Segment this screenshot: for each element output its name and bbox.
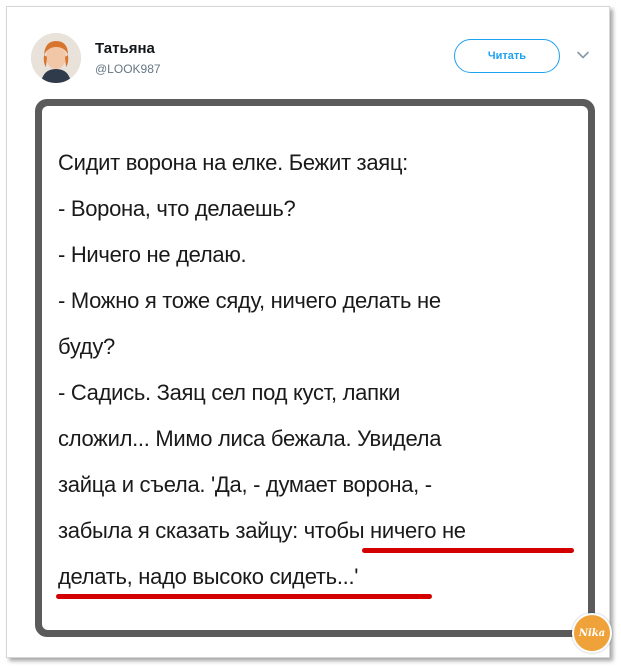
joke-line: зайца и съела. 'Да, - думает ворона, - <box>58 472 432 497</box>
joke-text: Сидит ворона на елке. Бежит заяц: - Воро… <box>58 140 578 600</box>
follow-button[interactable]: Читать <box>454 39 560 73</box>
joke-line: - Садись. Заяц сел под куст, лапки <box>58 380 401 405</box>
author-handle[interactable]: @LOOK987 <box>95 62 161 76</box>
joke-line: - Можно я тоже сяду, ничего делать не <box>58 288 441 313</box>
tweet-card: Татьяна @LOOK987 Читать Сидит ворона на … <box>6 6 612 658</box>
user-avatar[interactable] <box>31 33 81 83</box>
tweet-media[interactable]: Сидит ворона на елке. Бежит заяц: - Воро… <box>35 99 595 637</box>
author-name[interactable]: Татьяна <box>95 40 155 57</box>
joke-image: Сидит ворона на елке. Бежит заяц: - Воро… <box>42 106 588 630</box>
joke-line: - Ворона, что делаешь? <box>58 196 296 221</box>
joke-line: - Ничего не делаю. <box>58 242 247 267</box>
avatar-image <box>31 33 81 83</box>
joke-line: сложил... Мимо лиса бежала. Увидела <box>58 426 442 451</box>
watermark-logo: Nika <box>572 613 612 653</box>
joke-line: буду? <box>58 334 115 359</box>
chevron-down-icon[interactable] <box>575 47 591 63</box>
joke-line: Сидит ворона на елке. Бежит заяц: <box>58 150 408 175</box>
highlight-underline-1 <box>362 548 574 553</box>
highlight-underline-2 <box>56 594 432 599</box>
